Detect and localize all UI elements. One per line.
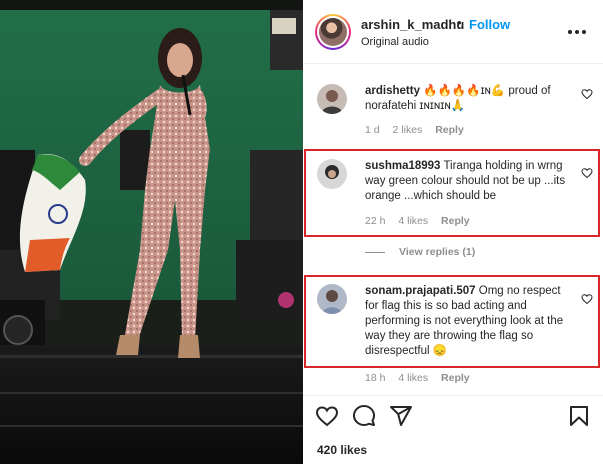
post-side-panel: arshin_k_madhu • Follow Original audio a…	[303, 0, 603, 464]
paper-plane-icon[interactable]	[389, 404, 413, 428]
follow-button[interactable]: Follow	[469, 17, 510, 32]
comment-text: ardishetty 🔥🔥🔥🔥ɪɴ💪 proud of norafatehi ɪ…	[365, 84, 571, 114]
comment-text: sonam.prajapati.507 Omg no respect for f…	[365, 284, 575, 359]
comment-time: 22 h	[365, 215, 386, 227]
comment-username[interactable]: sushma18993	[365, 160, 440, 172]
comment-likes[interactable]: 4 likes	[398, 372, 428, 384]
bookmark-icon[interactable]	[567, 404, 591, 428]
reply-button[interactable]: Reply	[435, 124, 464, 136]
comment-username[interactable]: sonam.prajapati.507	[365, 285, 476, 297]
likes-count[interactable]: 420 likes	[317, 443, 367, 457]
heart-outline-icon[interactable]	[581, 167, 593, 179]
heart-outline-icon[interactable]	[581, 293, 593, 305]
separator-dot: •	[457, 15, 462, 30]
comment-meta: 18 h 4 likes Reply	[365, 372, 480, 384]
view-replies-link[interactable]: View replies (1)	[365, 246, 475, 258]
author-username[interactable]: arshin_k_madhu	[361, 17, 464, 32]
heart-outline-icon[interactable]	[315, 404, 339, 428]
post-media[interactable]	[0, 0, 303, 464]
reply-button[interactable]: Reply	[441, 215, 470, 227]
comment-meta: 22 h 4 likes Reply	[365, 215, 480, 227]
comment-time: 1 d	[365, 124, 380, 136]
comment-time: 18 h	[365, 372, 386, 384]
reply-divider-line	[365, 251, 385, 253]
post-action-bar	[303, 395, 603, 435]
heart-outline-icon[interactable]	[581, 88, 593, 100]
author-avatar[interactable]	[315, 14, 351, 50]
commenter-avatar[interactable]	[317, 159, 347, 189]
comment-likes[interactable]: 2 likes	[393, 124, 423, 136]
view-replies-label[interactable]: View replies (1)	[399, 246, 475, 258]
reply-button[interactable]: Reply	[441, 372, 470, 384]
concert-photo	[0, 0, 303, 464]
commenter-avatar[interactable]	[317, 284, 347, 314]
comment-bubble-icon[interactable]	[352, 404, 376, 428]
comment-likes[interactable]: 4 likes	[398, 215, 428, 227]
comment-username[interactable]: ardishetty	[365, 85, 420, 97]
comment-meta: 1 d 2 likes Reply	[365, 124, 474, 136]
audio-label[interactable]: Original audio	[361, 36, 429, 48]
post-header: arshin_k_madhu • Follow Original audio	[303, 0, 603, 64]
commenter-avatar[interactable]	[317, 84, 347, 114]
more-horizontal-icon[interactable]	[565, 22, 589, 42]
comment-text: sushma18993 Tiranga holding in wrng way …	[365, 159, 575, 204]
